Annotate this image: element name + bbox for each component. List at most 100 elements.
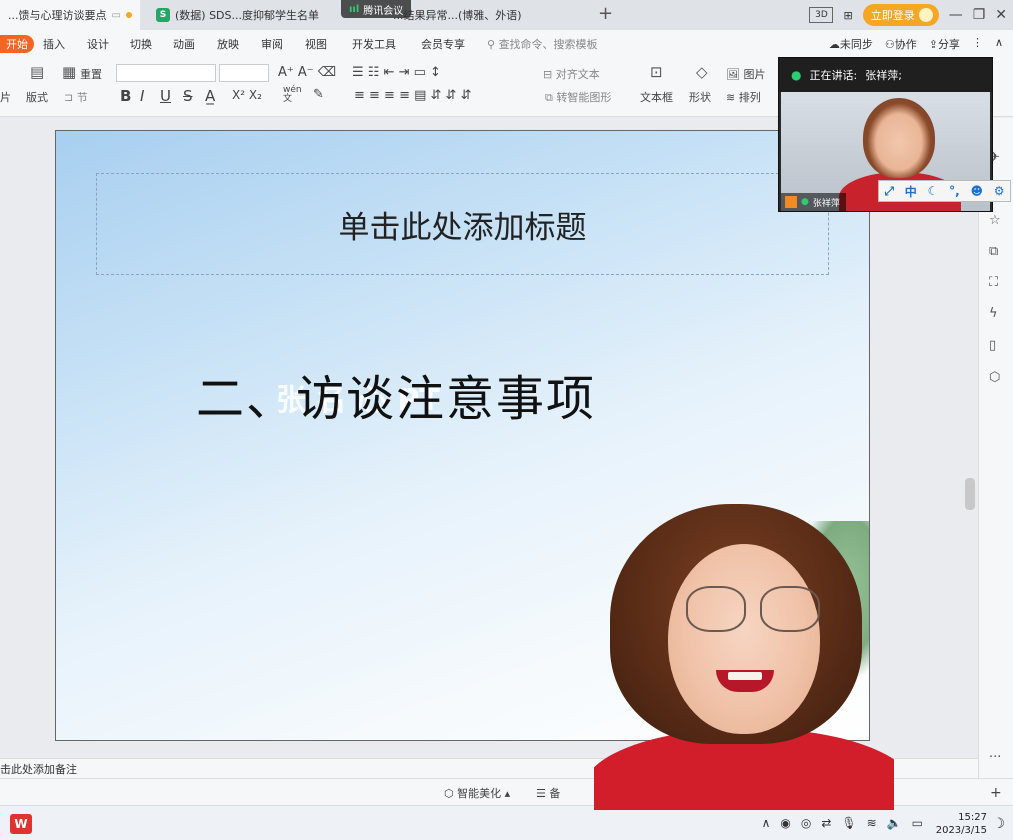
- bullets-icon[interactable]: ☰ ☷ ⇤ ⇥ ▭ ↕: [352, 65, 441, 80]
- star-icon[interactable]: ☆: [989, 213, 1001, 228]
- menu-bar: 开始 插入 设计 切换 动画 放映 审阅 视图 开发工具 会员专享 ⚲ 查找命令…: [0, 30, 1013, 57]
- cube-icon[interactable]: ⬡: [989, 370, 1000, 385]
- login-button[interactable]: 立即登录: [862, 4, 939, 26]
- participant-name-tag: ● 张祥萍: [781, 193, 846, 211]
- speaker-video-overlay[interactable]: [594, 490, 894, 810]
- share-button[interactable]: ⇪分享: [929, 36, 960, 52]
- minimize-icon[interactable]: —: [949, 7, 963, 23]
- font-size-select[interactable]: [219, 64, 269, 82]
- book-icon[interactable]: ▯: [989, 338, 996, 353]
- login-label: 立即登录: [870, 9, 915, 22]
- battery-icon[interactable]: ▭: [912, 816, 923, 830]
- font-grow-icon[interactable]: A⁺ A⁻ ⌫: [278, 65, 336, 80]
- bold-icon[interactable]: B: [120, 87, 131, 105]
- pinyin-icon[interactable]: wén 文: [283, 86, 302, 104]
- tab-results[interactable]: ...结果异常...(博雅、外语): [385, 0, 585, 30]
- align-text-button[interactable]: ⊟ 对齐文本: [543, 66, 600, 82]
- reset-icon[interactable]: ▦: [62, 63, 76, 81]
- zoom-in-icon[interactable]: +: [990, 785, 1002, 801]
- menu-slideshow[interactable]: 放映: [217, 36, 239, 52]
- meeting-header: ● 正在讲话: 张祥萍;: [779, 58, 992, 92]
- collapse-ribbon-icon[interactable]: ∧: [995, 36, 1003, 52]
- ime-expand-icon[interactable]: ⤢: [884, 184, 894, 199]
- menu-design[interactable]: 设计: [87, 36, 109, 52]
- menu-start[interactable]: 开始: [0, 35, 34, 53]
- tray-expand-icon[interactable]: ∧: [762, 816, 771, 830]
- share-label: 分享: [937, 38, 960, 51]
- right-sidebar: ✈ ☆ ⧉ ⛶ ϟ ▯ ⬡ ···: [978, 118, 1013, 778]
- wifi-icon[interactable]: ≋: [867, 816, 877, 830]
- new-tab-plus-icon[interactable]: +: [598, 3, 613, 24]
- collaborate-button[interactable]: ⚇协作: [885, 36, 917, 52]
- sync-status[interactable]: ☁未同步: [829, 36, 873, 52]
- menu-animation[interactable]: 动画: [173, 36, 195, 52]
- menu-review[interactable]: 审阅: [261, 36, 283, 52]
- participant-name: 张祥萍: [812, 198, 840, 209]
- app-tray-icon[interactable]: ◉: [780, 816, 790, 830]
- wps-logo-icon[interactable]: W: [10, 814, 32, 834]
- glasses-right: [760, 586, 820, 632]
- section-button[interactable]: ⊐ 节: [64, 89, 88, 105]
- menu-transition[interactable]: 切换: [130, 36, 152, 52]
- vertical-scrollbar[interactable]: [965, 478, 975, 510]
- ime-mode[interactable]: 中: [905, 183, 917, 200]
- meeting-floating-indicator[interactable]: ııl 腾讯会议: [341, 0, 412, 18]
- notification-icon[interactable]: ☽: [992, 816, 1005, 832]
- more-dots-icon[interactable]: ···: [989, 750, 1001, 765]
- smart-beautify-button[interactable]: ⬡ 智能美化 ▴: [444, 785, 510, 801]
- italic-icon[interactable]: I: [140, 87, 144, 105]
- title-placeholder[interactable]: 单击此处添加标题: [96, 173, 829, 275]
- command-search[interactable]: ⚲ 查找命令、搜索模板: [487, 36, 598, 52]
- layout-button[interactable]: 版式: [26, 89, 48, 105]
- tab-pin-icon[interactable]: ▭: [112, 10, 121, 21]
- superscript-icon[interactable]: X² X₂: [232, 88, 262, 102]
- tab-spreadsheet[interactable]: S (数据) SDS...度抑郁学生名单: [148, 0, 338, 30]
- restore-icon[interactable]: ❐: [973, 7, 986, 23]
- menu-developer[interactable]: 开发工具: [352, 36, 396, 52]
- close-icon[interactable]: ✕: [995, 7, 1007, 23]
- notes-toggle[interactable]: ☰ 备: [536, 785, 560, 801]
- arrange-button[interactable]: ≋ 排列: [726, 89, 761, 105]
- copy-icon[interactable]: ⧉: [989, 244, 998, 259]
- image-edit-icon[interactable]: ⛶: [989, 275, 998, 290]
- textbox-icon[interactable]: ⊡: [650, 63, 663, 81]
- section-label: 节: [76, 91, 88, 104]
- clock[interactable]: 15:27 2023/3/15: [936, 811, 987, 837]
- picture-button[interactable]: 🖼 图片: [726, 66, 765, 82]
- microphone-icon[interactable]: 🎙: [841, 816, 856, 830]
- ime-moon-icon[interactable]: ☾: [928, 184, 939, 198]
- ime-toolbar[interactable]: ⤢ 中 ☾ °, ☻ ⚙: [878, 180, 1011, 202]
- highlight-icon[interactable]: ✎: [313, 87, 324, 102]
- shape-icon[interactable]: ◇: [696, 63, 708, 81]
- strikethrough-icon[interactable]: S: [183, 87, 193, 105]
- ime-user-icon[interactable]: ☻: [970, 184, 983, 198]
- new-slide-icon[interactable]: ▤: [30, 63, 44, 81]
- tab-document[interactable]: ...馈与心理访谈要点 ▭: [0, 0, 140, 30]
- menu-insert[interactable]: 插入: [43, 36, 65, 52]
- speaker-face: [668, 544, 820, 734]
- network-toggle-icon[interactable]: ⇄: [821, 816, 831, 830]
- font-name-select[interactable]: [116, 64, 216, 82]
- textbox-button[interactable]: 文本框: [640, 89, 673, 105]
- smart-shape-button[interactable]: ⧉ 转智能图形: [545, 89, 611, 105]
- taskbar: W ∧ ◉ ◎ ⇄ 🎙 ≋ 🔈 ▭ 15:27 2023/3/15 ☽: [0, 805, 1013, 840]
- ime-settings-icon[interactable]: ⚙: [994, 184, 1005, 198]
- ime-punct-icon[interactable]: °,: [949, 184, 960, 198]
- font-color-icon[interactable]: A̲: [205, 87, 215, 105]
- slide-heading[interactable]: 二、访谈注意事项: [196, 359, 596, 429]
- reset-button[interactable]: 重置: [80, 66, 102, 82]
- paragraph-align-icons[interactable]: ≡ ≡ ≡ ≡ ▤ ⇵ ⇵ ⇵: [354, 88, 471, 103]
- glasses-left: [686, 586, 746, 632]
- title-right-controls: 3D ⊞ 立即登录 — ❐ ✕: [809, 4, 1007, 26]
- 3d-view-icon[interactable]: 3D: [809, 7, 834, 23]
- menu-view[interactable]: 视图: [305, 36, 327, 52]
- shape-button[interactable]: 形状: [689, 89, 711, 105]
- lightning-icon[interactable]: ϟ: [989, 306, 998, 321]
- menu-member[interactable]: 会员专享: [421, 36, 465, 52]
- underline-icon[interactable]: U: [160, 87, 171, 105]
- volume-icon[interactable]: 🔈: [887, 816, 902, 830]
- more-icon[interactable]: ⋮: [972, 36, 983, 52]
- app-tray-icon-2[interactable]: ◎: [801, 816, 811, 830]
- notes-toggle-label: 备: [549, 787, 561, 800]
- grid-apps-icon[interactable]: ⊞: [843, 9, 852, 22]
